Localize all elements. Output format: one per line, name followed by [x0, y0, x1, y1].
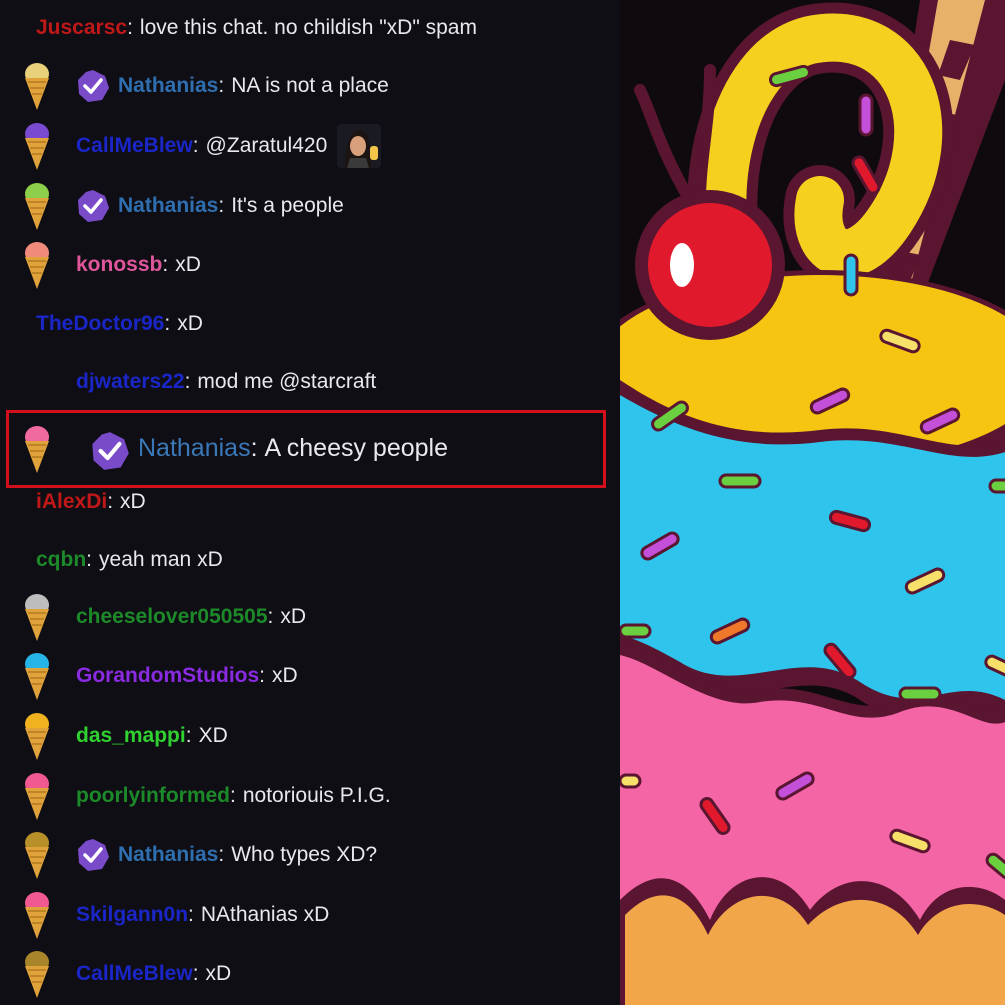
chat-username[interactable]: cqbn [36, 548, 86, 572]
chat-message-text: xD [177, 312, 203, 335]
ice-cream-cone-icon [22, 120, 52, 172]
verified-check-icon [78, 190, 109, 222]
chat-username[interactable]: iAlexDi [36, 490, 107, 514]
chat-message: TheDoctor96: xD [36, 304, 203, 344]
chat-message-text: love this chat. no childish "xD" spam [139, 16, 477, 39]
chat-colon: : [86, 548, 93, 571]
chat-message: Skilgann0n: NAthanias xD [76, 895, 329, 935]
chat-username[interactable]: Nathanias [118, 843, 218, 867]
chat-message-text: Who types XD? [231, 843, 378, 866]
chat-username[interactable]: GorandomStudios [76, 664, 259, 688]
chat-username[interactable]: CallMeBlew [76, 962, 193, 986]
chat-message: cqbn: yeah man xD [36, 540, 223, 580]
chat-username[interactable]: das_mappi [76, 724, 186, 748]
chat-colon: : [164, 312, 171, 335]
ice-cream-cone-icon [22, 591, 52, 643]
ice-cream-cone-icon [22, 650, 52, 702]
chat-message: GorandomStudios: xD [76, 656, 298, 696]
chat-username[interactable]: djwaters22 [76, 370, 185, 394]
chat-colon: : [218, 194, 225, 217]
chat-message: djwaters22: mod me @starcraft [76, 362, 376, 402]
chat-username[interactable]: CallMeBlew [76, 134, 193, 158]
chat-message-text: xD [120, 490, 146, 513]
ice-cream-cone-icon [22, 239, 52, 291]
chat-message-text: yeah man xD [99, 548, 223, 571]
chat-colon: : [107, 490, 114, 513]
chat-message: Nathanias: It's a people [118, 186, 344, 226]
chat-message-text: xD [175, 253, 201, 276]
chat-colon: : [188, 903, 194, 926]
chat-message: CallMeBlew: xD [76, 954, 231, 994]
chat-message: poorlyinformed: notoriouis P.I.G. [76, 776, 391, 816]
chat-message-text: notoriouis P.I.G. [242, 784, 391, 807]
chat-message: iAlexDi: xD [36, 482, 146, 522]
chat-colon: : [192, 962, 199, 985]
chat-message-text: @Zaratul420 [205, 134, 328, 157]
chat-colon: : [162, 253, 169, 276]
ice-cream-cone-icon [22, 770, 52, 822]
verified-check-icon [78, 70, 109, 102]
chat-message: Juscarsc: love this chat. no childish "xD… [36, 8, 477, 48]
chat-message: CallMeBlew: @Zaratul420 [76, 124, 382, 168]
chat-colon: : [218, 74, 225, 97]
ice-cream-cone-icon [22, 710, 52, 762]
ice-cream-cone-icon [22, 948, 52, 1000]
chat-message: konossb: xD [76, 245, 201, 285]
chat-message-text: xD [272, 664, 298, 687]
chat-message: cheeselover050505: xD [76, 597, 306, 637]
chat-colon: : [127, 16, 133, 39]
chat-message-text: xD [280, 605, 307, 628]
chat-colon: : [184, 370, 191, 393]
chat-message: das_mappi: XD [76, 716, 228, 756]
verified-check-icon [78, 839, 109, 871]
chat-colon: : [192, 134, 199, 157]
ice-cream-illustration [620, 0, 1005, 1005]
chat-panel: Juscarsc: love this chat. no childish "xD… [0, 0, 620, 1005]
chat-message-text: NA is not a place [231, 74, 389, 97]
chat-username[interactable]: Skilgann0n [76, 903, 188, 927]
chat-message: Nathanias: Who types XD? [118, 835, 377, 875]
ice-cream-cone-icon [22, 180, 52, 232]
chat-message-text: It's a people [231, 194, 344, 217]
chat-message-text: NAthanias xD [200, 903, 330, 926]
chat-username[interactable]: konossb [76, 253, 162, 277]
chat-message-text: XD [198, 724, 228, 747]
chat-message: Nathanias: NA is not a place [118, 66, 389, 106]
chat-username[interactable]: Nathanias [118, 194, 218, 218]
chat-colon: : [267, 605, 274, 628]
chat-colon: : [259, 664, 266, 687]
chat-message-text: xD [205, 962, 232, 985]
waving-emote-icon [337, 124, 382, 168]
chat-colon: : [218, 843, 225, 866]
ice-cream-cone-icon [22, 829, 52, 881]
chat-username[interactable]: TheDoctor96 [36, 312, 164, 336]
ice-cream-cone-icon [22, 889, 52, 941]
chat-username[interactable]: Juscarsc [36, 16, 127, 40]
chat-username[interactable]: Nathanias [118, 74, 218, 98]
chat-colon: : [230, 784, 236, 807]
ice-cream-cone-icon [22, 60, 52, 112]
chat-colon: : [185, 724, 192, 747]
highlighted-message-box [6, 410, 606, 488]
chat-message-text: mod me @starcraft [197, 370, 377, 393]
ice-cream-artwork [620, 0, 1005, 1005]
chat-username[interactable]: cheeselover050505 [76, 605, 268, 629]
chat-username[interactable]: poorlyinformed [76, 784, 230, 808]
